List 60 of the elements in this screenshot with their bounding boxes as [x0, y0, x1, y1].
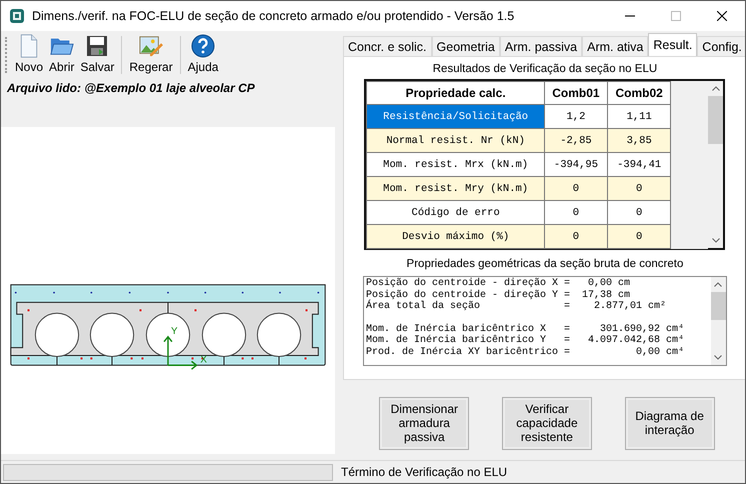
- property-line: Posição do centroide - direção Y = 17,38 cm: [366, 290, 631, 300]
- axis-label: Y: [170, 325, 178, 336]
- table-cell: -394,95: [544, 152, 608, 176]
- scrollbar[interactable]: [710, 277, 726, 365]
- property-line: Mom. de Inércia baricêntrico Y = 4.097.042,68 cm⁴: [366, 335, 686, 346]
- toolbar-button[interactable]: Novo: [13, 33, 46, 77]
- window-title: Dimens./verif. na FOC-ELU de seção de concreto armado e/ou protendido - Versão 1.5: [32, 9, 516, 23]
- property-line: Área total da seção = 2.877,01 cm²: [366, 301, 668, 312]
- table-cell: Desvio máximo (%): [366, 224, 544, 248]
- scroll-up-icon[interactable]: [714, 282, 722, 287]
- close-icon[interactable]: [717, 11, 727, 21]
- property-line: Prod. de Inércia XY baricêntrico = 0,00 cm⁴: [366, 346, 686, 358]
- table-cell: Mom. resist. Mry (kN.m): [366, 176, 544, 200]
- picture-pencil-icon: [139, 34, 164, 58]
- action-button[interactable]: Verificar capacidade resistente: [502, 396, 592, 450]
- x-axis: [167, 360, 198, 370]
- y-axis: [163, 335, 173, 366]
- help-icon: [191, 34, 216, 58]
- tab[interactable]: Concr. e solic.: [343, 36, 432, 56]
- action-button[interactable]: Dimensionar armadura passiva: [379, 396, 470, 450]
- table-cell: Normal resist. Nr (kN): [366, 128, 544, 152]
- property-line: Posição do centroide - direção X = 0,00 cm: [366, 278, 631, 290]
- table-cell: 0: [608, 200, 671, 224]
- toolbar-button[interactable]: Abrir: [47, 33, 76, 77]
- file-label: Arquivo lido: @Exemplo 01 laje alveolar CP: [6, 80, 256, 97]
- results-title: Resultados de Verificação da seção no ELU: [432, 63, 658, 77]
- table-cell: 0: [544, 224, 608, 248]
- action-button[interactable]: Diagrama de interação: [624, 396, 715, 450]
- app-icon: [9, 8, 25, 24]
- scroll-down-icon[interactable]: [714, 355, 722, 360]
- table-cell: Mom. resist. Mrx (kN.m): [366, 152, 544, 176]
- table-cell: 1,11: [608, 104, 671, 128]
- tab[interactable]: Result.: [648, 33, 698, 56]
- axis-label: X: [200, 354, 207, 365]
- toolbar-button[interactable]: Regerar: [127, 33, 175, 77]
- table-cell: 0: [544, 176, 608, 200]
- column-header: Comb02: [608, 82, 671, 104]
- table-cell: 3,85: [608, 128, 671, 152]
- toolbar-button[interactable]: Salvar: [78, 33, 116, 77]
- tab[interactable]: Arm. ativa: [582, 36, 648, 56]
- geometry-title: Propriedades geométricas da seção bruta de concreto: [406, 258, 684, 272]
- scroll-down-icon[interactable]: [712, 238, 720, 243]
- table-cell: 0: [544, 200, 608, 224]
- table-cell: Código de erro: [366, 200, 544, 224]
- table-cell: Resistência/Solicitação: [366, 104, 544, 128]
- column-header: Propriedade calc.: [366, 82, 544, 104]
- table-cell: 0: [608, 176, 671, 200]
- toolbar-button[interactable]: Ajuda: [186, 33, 220, 77]
- scroll-up-icon[interactable]: [712, 86, 720, 91]
- tab[interactable]: Arm. passiva: [500, 36, 582, 56]
- property-line: Mom. de Inércia baricêntrico X = 301.690,92 cm⁴: [366, 324, 686, 334]
- table-cell: 0: [608, 224, 671, 248]
- properties-text-area[interactable]: [362, 276, 727, 366]
- status-message: Término de Verificação no ELU: [341, 465, 508, 479]
- column-header: Comb01: [544, 82, 608, 104]
- table-cell: -394,41: [608, 152, 671, 176]
- table-cell: 1,2: [544, 104, 608, 128]
- table-cell: -2,85: [544, 128, 608, 152]
- tab[interactable]: Geometria: [432, 36, 500, 56]
- tab[interactable]: Config.: [697, 36, 745, 56]
